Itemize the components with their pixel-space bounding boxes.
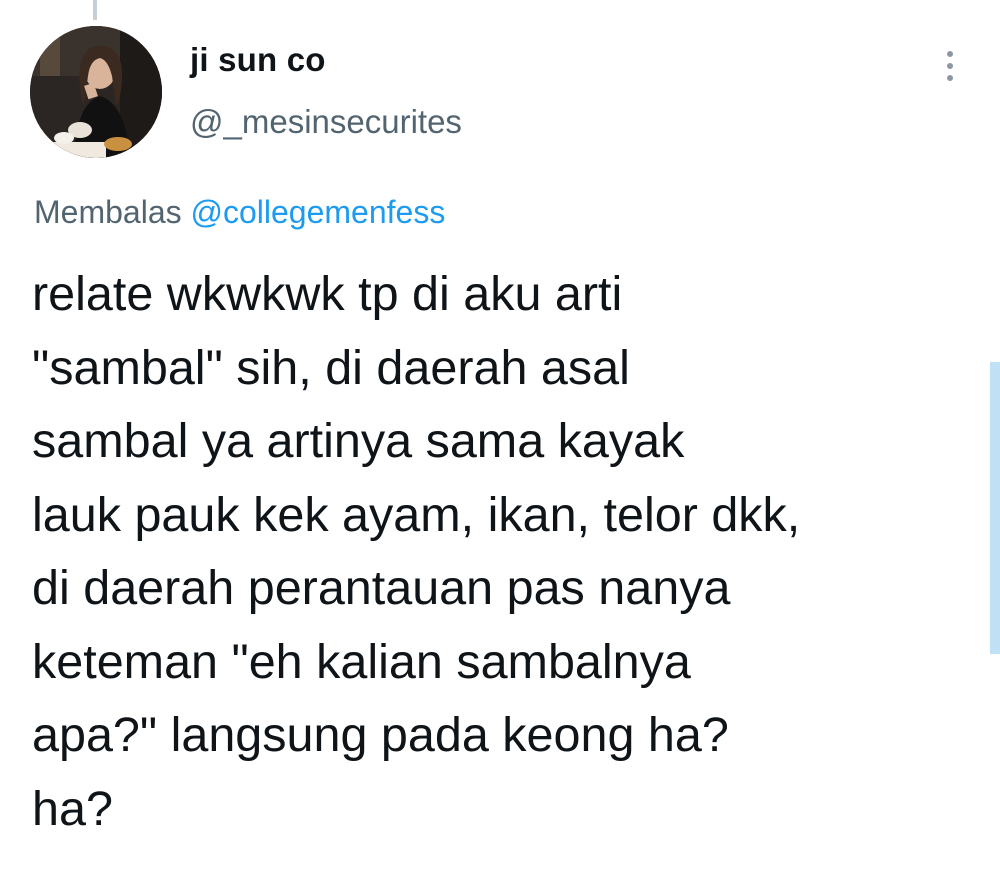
reply-mention-link[interactable]: @collegemenfess bbox=[191, 194, 446, 230]
reply-context: Membalas @collegemenfess bbox=[34, 192, 445, 232]
user-handle[interactable]: @_mesinsecurites bbox=[190, 102, 462, 142]
reply-prefix: Membalas bbox=[34, 194, 182, 230]
more-options-button[interactable] bbox=[930, 44, 970, 88]
display-name[interactable]: ji sun co bbox=[190, 40, 462, 80]
more-vertical-icon bbox=[947, 51, 953, 57]
more-vertical-icon-dot bbox=[947, 63, 953, 69]
avatar-photo bbox=[30, 26, 162, 158]
scrollbar[interactable] bbox=[990, 362, 1000, 654]
author-info: ji sun co @_mesinsecurites bbox=[190, 40, 462, 142]
avatar[interactable] bbox=[30, 26, 162, 158]
tweet: ji sun co @_mesinsecurites Membalas @col… bbox=[0, 0, 1000, 884]
more-vertical-icon-dot bbox=[947, 75, 953, 81]
thread-line bbox=[93, 0, 97, 20]
tweet-text: relate wkwkwk tp di aku arti "sambal" si… bbox=[32, 267, 801, 836]
